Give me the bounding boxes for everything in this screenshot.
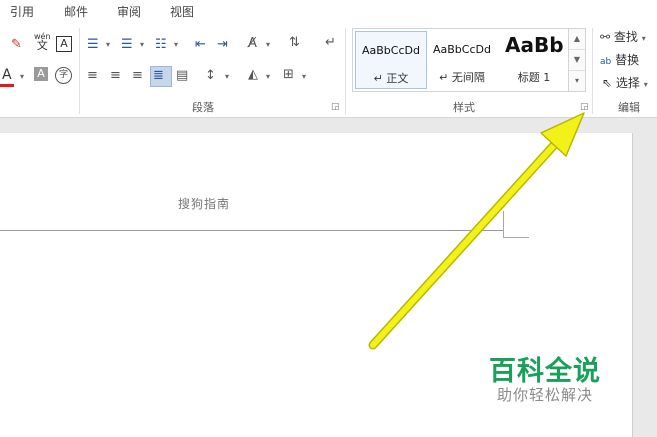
numbering-dropdown-icon[interactable]: ▾	[140, 40, 144, 49]
clear-formatting-icon[interactable]: ✎	[11, 37, 22, 52]
replace-label: 替换	[615, 53, 640, 67]
line-spacing-dropdown-icon[interactable]: ▾	[225, 72, 229, 81]
style-name: 标题 1	[517, 71, 551, 84]
replace-icon: ab	[600, 57, 612, 67]
group-separator	[345, 28, 346, 114]
multilevel-list-dropdown-icon[interactable]: ▾	[174, 40, 178, 49]
watermark-subtitle: 助你轻松解决	[497, 386, 594, 404]
align-left-icon[interactable]: ≡	[87, 68, 98, 83]
enclose-char: 字	[58, 70, 68, 80]
decrease-indent-icon[interactable]: ⇤	[195, 37, 206, 52]
styles-dialog-launcher-icon[interactable]: ◲	[580, 102, 589, 112]
font-color-dropdown-icon[interactable]: ▾	[20, 72, 24, 81]
style-sample: AaBb	[505, 33, 564, 57]
chinese-layout-dropdown-icon[interactable]: ▾	[266, 40, 270, 49]
shading-dropdown-icon[interactable]: ▾	[266, 72, 270, 81]
style-no-spacing[interactable]: AaBbCcDd ↵ 无间隔	[427, 31, 497, 87]
align-center-icon[interactable]: ≡	[110, 68, 121, 83]
styles-gallery-scroll: ▲ ▼ ▾	[568, 29, 585, 91]
group-separator	[592, 28, 593, 114]
gallery-up-icon[interactable]: ▲	[569, 29, 585, 50]
header-divider	[0, 230, 503, 231]
style-heading-1[interactable]: AaBb 标题 1	[499, 31, 569, 87]
page-edge	[632, 133, 633, 437]
ribbon: ✎ wén 文 A A ▾ A 字 ☰ ▾ ☰ ▾ ☷ ▾ ⇤ ⇥ A̸ ▾ ⇅…	[0, 22, 657, 118]
shading-icon[interactable]: ◭	[248, 67, 258, 82]
cursor-icon: ⇖	[602, 76, 613, 90]
select-dropdown-icon: ▾	[643, 80, 648, 89]
group-separator	[79, 28, 80, 114]
show-paragraph-marks-icon[interactable]: ↵	[325, 35, 336, 50]
find-dropdown-icon: ▾	[641, 34, 646, 43]
numbering-icon[interactable]: ☰	[121, 37, 133, 52]
borders-dropdown-icon[interactable]: ▾	[302, 72, 306, 81]
ribbon-tab-bar: 引用 邮件 审阅 视图	[0, 0, 657, 23]
bullets-dropdown-icon[interactable]: ▾	[106, 40, 110, 49]
style-normal[interactable]: AaBbCcDd ↵ 正文	[355, 31, 427, 89]
borders-icon[interactable]: ⊞	[283, 67, 294, 82]
style-sample: AaBbCcDd	[433, 43, 491, 56]
style-sample: AaBbCcDd	[362, 44, 420, 57]
character-border-icon[interactable]: A	[56, 36, 72, 52]
multilevel-list-icon[interactable]: ☷	[155, 37, 167, 52]
increase-indent-icon[interactable]: ⇥	[217, 37, 228, 52]
enclose-characters-icon[interactable]: 字	[55, 67, 72, 84]
paragraph-dialog-launcher-icon[interactable]: ◲	[331, 102, 340, 112]
font-color-swatch	[0, 84, 14, 87]
styles-group-label: 样式	[453, 101, 475, 114]
paragraph-group-label: 段落	[192, 101, 214, 114]
style-name: ↵ 正文	[373, 72, 409, 85]
font-color-icon[interactable]: A	[2, 68, 12, 83]
binoculars-icon: ⚯	[600, 30, 611, 44]
page-header-text[interactable]: 搜狗指南	[178, 195, 230, 212]
justify-icon: ≣	[153, 68, 164, 83]
styles-gallery: AaBbCcDd ↵ 正文 AaBbCcDd ↵ 无间隔 AaBb 标题 1 ▲…	[352, 28, 586, 92]
editing-group-label: 编辑	[618, 101, 640, 114]
select-label: 选择	[615, 76, 640, 90]
margin-corner-mark	[503, 211, 504, 238]
find-label: 查找	[613, 30, 638, 44]
tab-view[interactable]: 视图	[170, 3, 194, 20]
phonetic-guide-char: 文	[36, 39, 48, 52]
character-shading-icon[interactable]: A	[34, 67, 48, 81]
tab-review[interactable]: 审阅	[117, 3, 141, 20]
chinese-layout-icon[interactable]: A̸	[248, 36, 257, 51]
style-name: ↵ 无间隔	[439, 71, 485, 84]
sort-icon[interactable]: ⇅	[289, 35, 300, 50]
line-spacing-icon[interactable]: ↕	[205, 68, 216, 83]
watermark-logo-text: 百科全说	[489, 356, 601, 387]
replace-button[interactable]: ab 替换	[600, 51, 639, 68]
select-button[interactable]: ⇖ 选择 ▾	[602, 74, 648, 91]
distributed-icon[interactable]: ▤	[176, 68, 188, 83]
tab-references[interactable]: 引用	[10, 3, 34, 20]
gallery-more-icon[interactable]: ▾	[569, 71, 585, 91]
bullets-icon[interactable]: ☰	[87, 37, 99, 52]
find-button[interactable]: ⚯ 查找 ▾	[600, 28, 646, 45]
tab-mailings[interactable]: 邮件	[64, 3, 88, 20]
gallery-down-icon[interactable]: ▼	[569, 50, 585, 71]
phonetic-guide-icon[interactable]: wén 文	[34, 32, 51, 51]
margin-corner-mark	[503, 237, 529, 238]
align-right-icon[interactable]: ≡	[132, 68, 143, 83]
